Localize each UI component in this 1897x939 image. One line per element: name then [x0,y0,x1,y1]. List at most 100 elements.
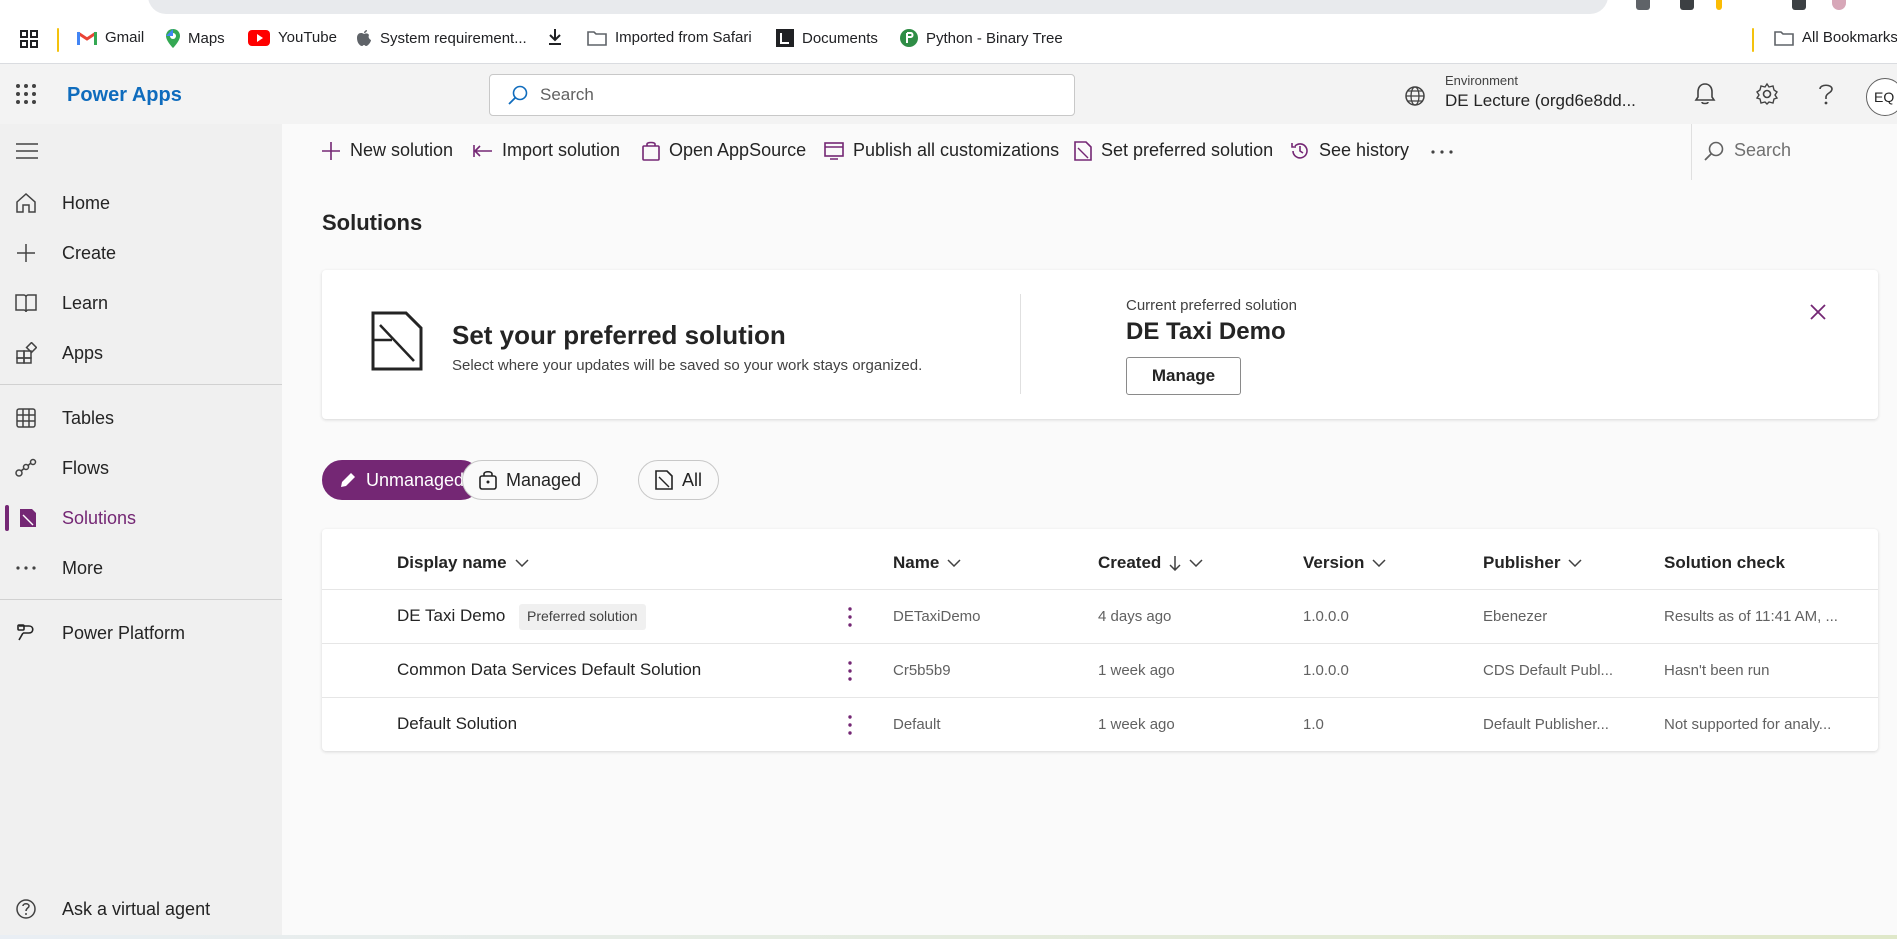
nav-item-create[interactable]: Create [0,230,282,276]
nav-item-label: More [62,558,104,578]
hamburger-menu-icon[interactable] [16,142,38,165]
nav-item-apps[interactable]: Apps [0,330,282,376]
nav-item-label: Solutions [62,508,137,528]
solution-document-icon [370,310,424,377]
import-arrow-icon [473,144,492,157]
column-header-name[interactable]: Name [893,553,961,573]
column-header-solution-check[interactable]: Solution check [1664,553,1785,573]
sort-descending-icon [1169,556,1181,571]
bookmarks-bar: Gmail Maps YouTube System requirement...… [0,16,1897,64]
nav-item-flows[interactable]: Flows [0,445,282,491]
row-more-options-icon[interactable] [840,659,860,683]
column-header-created[interactable]: Created [1098,553,1203,573]
bookmarks-divider [1752,28,1754,52]
publish-icon [824,141,844,160]
import-solution-button[interactable]: Import solution [473,140,620,161]
row-more-options-icon[interactable] [840,605,860,629]
global-search-box[interactable] [489,74,1075,116]
apps-grid-icon[interactable] [20,30,38,48]
extension-badge[interactable] [1636,0,1650,10]
new-solution-button[interactable]: New solution [321,140,453,161]
environment-globe-icon[interactable] [1404,85,1426,112]
display-name-link[interactable]: Default Solution [397,714,517,734]
all-bookmarks[interactable]: All Bookmarks [1774,29,1897,46]
cell-name: Cr5b5b9 [893,662,951,679]
window-bottom-edge [0,935,1897,939]
table-icon [16,408,36,428]
see-history-button[interactable]: See history [1290,140,1409,161]
table-row[interactable]: Default Solution Default 1 week ago 1.0 … [322,697,1878,751]
cell-created: 4 days ago [1098,608,1172,625]
column-header-display-name[interactable]: Display name [397,553,529,573]
set-preferred-solution-button[interactable]: Set preferred solution [1074,140,1273,161]
display-name-link[interactable]: Common Data Services Default Solution [397,660,701,680]
cell-created: 1 week ago [1098,662,1175,679]
main-content: Solutions Set your preferred solution Se… [282,180,1897,939]
preferred-solution-description: Select where your updates will be saved … [452,357,923,374]
filter-unmanaged[interactable]: Unmanaged [322,460,482,500]
active-indicator [5,505,9,531]
extension-icon[interactable] [1716,0,1722,10]
profile-icon[interactable] [1832,0,1846,10]
cell-version: 1.0 [1303,716,1324,733]
folder-icon [587,30,607,46]
left-navigation: Home Create Learn Apps Tables Flows Solu… [0,124,282,939]
app-header: Power Apps Environment DE Lecture (orgd6… [0,64,1897,124]
publish-all-customizations-button[interactable]: Publish all customizations [824,140,1059,161]
environment-picker[interactable]: DE Lecture (orgd6e8dd... [1445,91,1636,111]
settings-gear-icon[interactable] [1755,82,1779,111]
nav-item-home[interactable]: Home [0,180,282,226]
notifications-bell-icon[interactable] [1694,82,1716,111]
chevron-down-icon [515,559,529,567]
nav-item-learn[interactable]: Learn [0,280,282,326]
cell-created: 1 week ago [1098,716,1175,733]
filter-all[interactable]: All [638,460,720,500]
cell-publisher: Default Publisher... [1483,716,1609,733]
close-icon[interactable] [1808,302,1834,328]
extension-icon[interactable] [1680,0,1694,10]
gmail-icon [77,31,97,45]
nav-item-tables[interactable]: Tables [0,395,282,441]
user-avatar[interactable]: EQ [1866,78,1897,116]
extension-icon[interactable] [1792,0,1806,10]
solutions-search-box[interactable] [1704,140,1894,161]
row-more-options-icon[interactable] [840,713,860,737]
filter-managed[interactable]: Managed [462,460,599,500]
bookmark-python-binary-tree[interactable]: Python - Binary Tree [900,29,1063,47]
address-bar[interactable] [148,0,1608,14]
cell-version: 1.0.0.0 [1303,608,1349,625]
bookmarks-divider [57,28,59,52]
nav-item-label: Power Platform [62,623,186,643]
cell-name: DETaxiDemo [893,608,981,625]
help-circle-icon [16,899,36,919]
manage-button[interactable]: Manage [1126,357,1241,395]
app-launcher-icon[interactable] [16,84,36,109]
open-appsource-button[interactable]: Open AppSource [642,140,806,161]
column-header-version[interactable]: Version [1303,553,1386,573]
history-icon [1291,142,1308,159]
nav-item-more[interactable]: More [0,545,282,591]
more-commands-icon[interactable] [1431,150,1453,154]
bookmark-imported-from-safari[interactable]: Imported from Safari [587,29,752,46]
bookmark-gmail[interactable]: Gmail [77,29,144,46]
nav-item-label: Flows [62,458,110,478]
table-row[interactable]: DE Taxi Demo Preferred solution DETaxiDe… [322,589,1878,643]
bookmark-system-requirements[interactable]: System requirement... [356,29,527,47]
global-search-input[interactable] [540,85,1020,105]
column-header-publisher[interactable]: Publisher [1483,553,1582,573]
downloads-icon[interactable] [548,29,562,45]
nav-item-solutions[interactable]: Solutions [0,495,282,541]
python-icon [900,29,918,47]
nav-item-power-platform[interactable]: Power Platform [0,610,282,656]
help-question-icon[interactable] [1818,82,1834,111]
bookmark-documents[interactable]: Documents [776,29,878,47]
plus-icon [17,244,35,262]
ask-virtual-agent[interactable]: Ask a virtual agent [0,886,282,932]
power-platform-icon [17,624,34,641]
app-title[interactable]: Power Apps [67,84,182,107]
bookmark-maps[interactable]: Maps [166,29,225,48]
table-row[interactable]: Common Data Services Default Solution Cr… [322,643,1878,697]
display-name-link[interactable]: DE Taxi Demo [397,606,505,626]
bookmark-youtube[interactable]: YouTube [248,29,337,46]
solutions-search-input[interactable] [1734,140,1894,161]
